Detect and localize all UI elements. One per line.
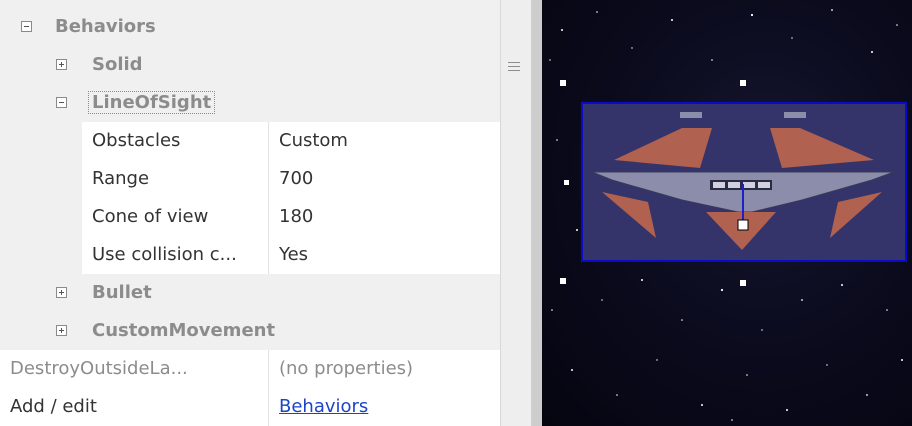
layout-view[interactable] <box>542 0 912 426</box>
plus-toggle-icon[interactable] <box>56 59 67 70</box>
minus-toggle-icon[interactable] <box>21 21 32 32</box>
category-solid[interactable]: Solid <box>0 46 500 84</box>
properties-panel: Behaviors Solid LineOfSight Obstacles Cu… <box>0 0 500 426</box>
property-name: Range <box>92 168 150 189</box>
property-name: Use collision c... <box>92 244 237 265</box>
property-value[interactable]: 180 <box>269 198 500 236</box>
property-row-destroy-outside-layout[interactable]: DestroyOutsideLa... (no properties) <box>0 350 500 389</box>
property-row-range[interactable]: Range 700 <box>82 160 500 199</box>
category-label: LineOfSight <box>88 91 216 114</box>
category-label: Behaviors <box>55 16 156 37</box>
property-value: (no properties) <box>279 358 414 379</box>
category-custommovement[interactable]: CustomMovement <box>0 312 500 350</box>
category-label: CustomMovement <box>92 320 276 341</box>
category-bullet[interactable]: Bullet <box>0 274 500 312</box>
property-row-add-edit[interactable]: Add / edit Behaviors <box>0 388 500 426</box>
property-name: Obstacles <box>92 130 181 151</box>
property-name: Add / edit <box>10 396 97 417</box>
category-label: Solid <box>92 54 143 75</box>
category-label: Bullet <box>92 282 152 303</box>
property-row-obstacles[interactable]: Obstacles Custom <box>82 122 500 161</box>
property-name: DestroyOutsideLa... <box>10 358 188 379</box>
behaviors-link[interactable]: Behaviors <box>279 396 368 417</box>
layout-edge <box>532 0 542 426</box>
property-value[interactable]: 700 <box>269 160 500 198</box>
minus-toggle-icon[interactable] <box>56 97 67 108</box>
property-name: Cone of view <box>92 206 209 227</box>
plus-toggle-icon[interactable] <box>56 325 67 336</box>
category-behaviors[interactable]: Behaviors <box>0 8 500 46</box>
property-value: Behaviors <box>269 388 500 426</box>
property-row-use-collision[interactable]: Use collision c... Yes <box>82 236 500 274</box>
property-row-cone-of-view[interactable]: Cone of view 180 <box>82 198 500 237</box>
plus-toggle-icon[interactable] <box>56 287 67 298</box>
category-lineofsight[interactable]: LineOfSight <box>0 84 500 122</box>
layout-canvas <box>549 9 907 421</box>
grip-lines-icon[interactable] <box>508 62 520 72</box>
property-value[interactable]: Yes <box>269 236 500 274</box>
image-point-handle[interactable] <box>737 219 749 231</box>
property-value[interactable]: Custom <box>269 122 500 160</box>
